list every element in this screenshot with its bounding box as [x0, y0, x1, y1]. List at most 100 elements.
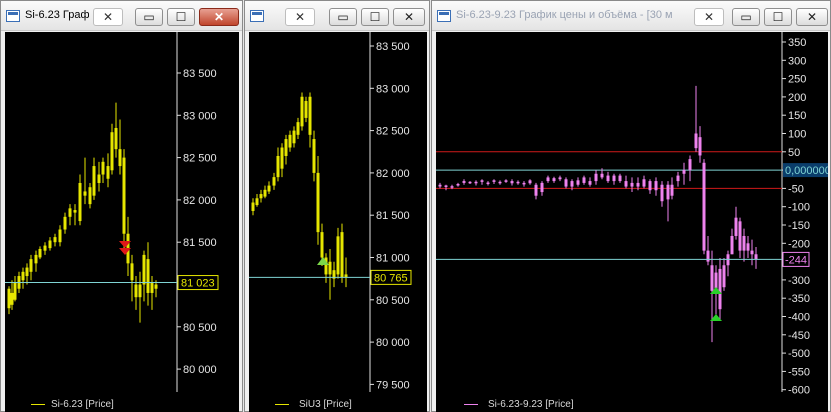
candle-body [134, 284, 138, 298]
maximize-button[interactable]: ☐ [764, 8, 792, 26]
chart-window-icon [250, 10, 264, 22]
zero-value-label: 0,000000 [785, 165, 828, 177]
legend-swatch [275, 404, 289, 405]
candle-body [122, 157, 126, 234]
candle-body [106, 166, 110, 179]
maximize-icon: ☐ [369, 10, 381, 24]
axis-tick-label: -100 [788, 202, 810, 214]
maximize-button[interactable]: ☐ [167, 8, 195, 26]
candle-body [546, 177, 550, 182]
candle-body [588, 181, 592, 185]
candle-body [34, 254, 38, 264]
candle-body [468, 181, 472, 184]
candle-body [754, 254, 758, 260]
candle-body [336, 236, 340, 275]
pin-button[interactable]: ✕ [285, 8, 315, 26]
window-titlebar[interactable]: Si-6.23 Граф ✕ ▭ ☐ ✕ [1, 1, 242, 31]
candle-body [456, 184, 460, 186]
window-titlebar[interactable]: ✕ ▭ ☐ ✕ [245, 1, 429, 31]
axis-tick-label: 81 500 [376, 210, 410, 222]
maximize-button[interactable]: ☐ [361, 8, 389, 26]
candle-body [21, 271, 25, 281]
chart-legend: Si-6.23-9.23 [Price] [436, 397, 828, 412]
legend-swatch [31, 404, 45, 405]
candle-body [492, 180, 496, 182]
chart-window-si-6-23: Si-6.23 Граф ✕ ▭ ☐ ✕ 83 500 83 000 82 500 8… [0, 0, 243, 412]
candle-body [25, 267, 29, 277]
axis-tick-label: 80 500 [376, 295, 410, 307]
pin-button[interactable]: ✕ [694, 8, 724, 26]
candle-body [688, 159, 692, 171]
candle-body [670, 184, 674, 196]
candle-body [308, 96, 312, 135]
candle-body [576, 180, 580, 185]
chart-window-icon [437, 10, 451, 22]
candle-body [702, 162, 706, 251]
axis-tick-label: 80 500 [183, 322, 217, 334]
axis-tick-label: -500 [788, 348, 810, 360]
close-icon: ✕ [403, 10, 415, 24]
candle-body [718, 268, 722, 310]
axis-tick-label: -300 [788, 275, 810, 287]
legend-label: Si-6.23-9.23 [Price] [488, 399, 574, 410]
axis-tick-label: 82 500 [183, 153, 217, 165]
price-chart-canvas[interactable]: 83 50083 00082 50082 00081 50081 00080 5… [5, 32, 239, 396]
axis-tick-label: 82 000 [376, 168, 410, 180]
candle-body [534, 184, 538, 196]
pin-icon: ✕ [294, 10, 306, 24]
legend-label: SiU3 [Price] [299, 399, 352, 410]
axis-tick-label: 200 [788, 92, 806, 104]
close-button[interactable]: ✕ [393, 8, 425, 26]
candle-body [101, 161, 105, 175]
candle-body [564, 179, 568, 187]
minimize-button[interactable]: ▭ [732, 8, 760, 26]
close-button[interactable]: ✕ [796, 8, 828, 26]
minimize-button[interactable]: ▭ [329, 8, 357, 26]
candle-body [606, 175, 610, 182]
axis-tick-label: 82 500 [376, 126, 410, 138]
candle-body [480, 180, 484, 182]
window-titlebar[interactable]: Si-6.23-9.23 График цены и объёма - [30 … [432, 1, 830, 31]
axis-tick-label: 100 [788, 129, 806, 141]
candle-body [48, 240, 52, 249]
candle-body [504, 180, 508, 182]
axis-tick-label: 150 [788, 110, 806, 122]
axis-tick-label: 300 [788, 55, 806, 67]
candle-body [722, 265, 726, 288]
candle-body [251, 202, 255, 211]
axis-tick-label: 250 [788, 74, 806, 86]
candle-body [276, 155, 280, 178]
candle-body [498, 181, 502, 184]
price-chart-canvas[interactable]: 83 50083 00082 50082 00081 50081 00080 5… [249, 32, 427, 396]
axis-tick-label: 83 500 [376, 41, 410, 53]
minimize-icon: ▭ [337, 10, 349, 24]
axis-tick-label: -350 [788, 293, 810, 305]
candle-body [304, 100, 308, 118]
candle-body [130, 263, 134, 281]
candle-body [612, 175, 616, 182]
candle-body [738, 221, 742, 251]
minimize-button[interactable]: ▭ [135, 8, 163, 26]
price-chart[interactable]: 83 50083 00082 50082 00081 50081 00080 5… [5, 32, 239, 412]
candle-body [292, 130, 296, 144]
candle-body [486, 182, 490, 185]
candle-body [154, 284, 158, 289]
spread-chart[interactable]: 350300250200150100500-50-100-150-200-250… [436, 32, 828, 412]
candle-body [73, 210, 77, 213]
candle-body [150, 282, 154, 293]
current-price-label: 80 765 [374, 272, 408, 284]
candle-body [312, 139, 316, 173]
close-button[interactable]: ✕ [199, 8, 239, 26]
maximize-icon: ☐ [772, 10, 784, 24]
spread-chart-canvas[interactable]: 350300250200150100500-50-100-150-200-250… [436, 32, 828, 396]
candle-body [316, 172, 320, 233]
candle-body [263, 189, 267, 197]
price-chart[interactable]: 83 50083 00082 50082 00081 50081 00080 5… [249, 32, 427, 412]
candle-body [648, 181, 652, 191]
legend-swatch [464, 404, 478, 405]
candle-body [13, 282, 17, 300]
chart-legend: SiU3 [Price] [249, 397, 427, 412]
candle-body [29, 259, 33, 272]
axis-tick-label: 81 000 [376, 253, 410, 265]
pin-button[interactable]: ✕ [93, 8, 123, 26]
